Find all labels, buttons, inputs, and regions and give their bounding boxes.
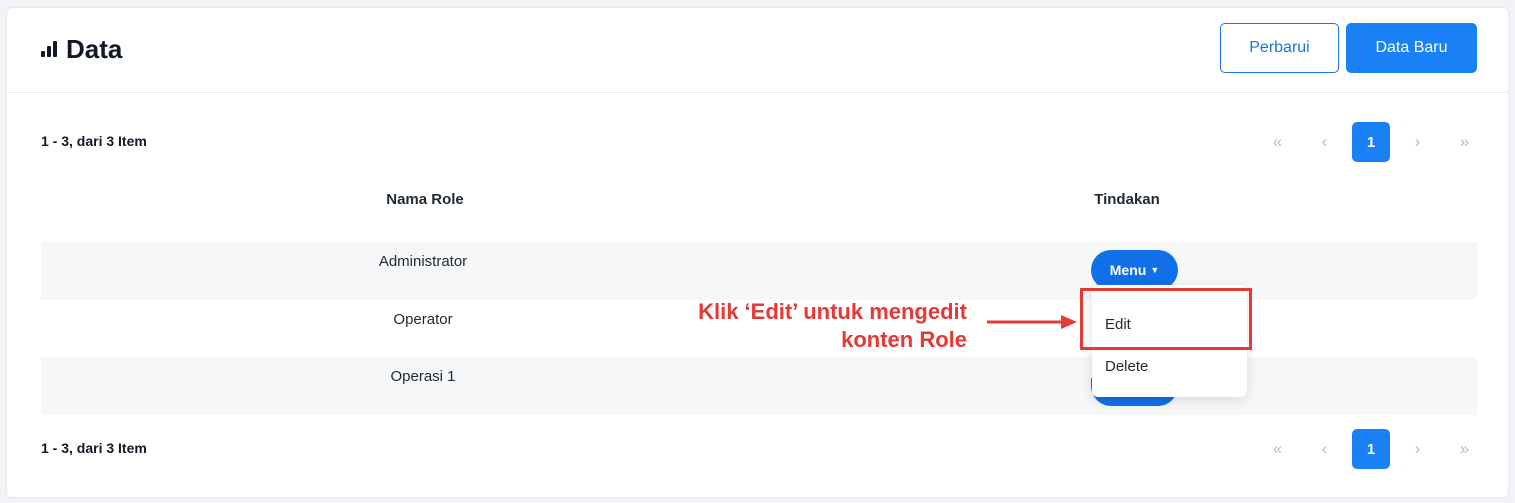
table-row: Administrator Menu ▼ bbox=[41, 242, 1477, 300]
caret-down-icon: ▼ bbox=[1150, 265, 1160, 275]
arrow-right-icon bbox=[987, 315, 1077, 329]
instruction-annotation: Klik ‘Edit’ untuk mengedit konten Role bbox=[698, 298, 967, 354]
edit-highlight-box bbox=[1080, 288, 1252, 350]
delete-menu-item[interactable]: Delete bbox=[1105, 358, 1148, 375]
role-name-cell: Administrator bbox=[378, 253, 468, 270]
bar-chart-icon bbox=[41, 41, 57, 57]
column-header-actions: Tindakan bbox=[1094, 191, 1160, 208]
prev-page-button[interactable]: ‹ bbox=[1301, 122, 1348, 162]
row-menu-button[interactable]: Menu ▼ bbox=[1091, 250, 1178, 290]
item-count-top: 1 - 3, dari 3 Item bbox=[41, 133, 147, 149]
table-row: Operasi 1 bbox=[41, 357, 1477, 415]
new-data-button[interactable]: Data Baru bbox=[1346, 23, 1477, 73]
item-count-bottom: 1 - 3, dari 3 Item bbox=[41, 440, 147, 456]
last-page-button[interactable]: » bbox=[1441, 429, 1488, 469]
last-page-button[interactable]: » bbox=[1441, 122, 1488, 162]
refresh-button[interactable]: Perbarui bbox=[1220, 23, 1339, 73]
prev-page-button[interactable]: ‹ bbox=[1301, 429, 1348, 469]
page-1-button[interactable]: 1 bbox=[1352, 429, 1390, 469]
title-wrap: Data bbox=[41, 34, 122, 64]
pagination-top: « ‹ 1 › » bbox=[1254, 122, 1488, 162]
column-header-role-name: Nama Role bbox=[386, 191, 464, 208]
pagination-bottom: « ‹ 1 › » bbox=[1254, 429, 1488, 469]
page-title: Data bbox=[66, 34, 123, 64]
role-name-cell: Operator bbox=[393, 311, 453, 328]
first-page-button[interactable]: « bbox=[1254, 122, 1301, 162]
card-header: Data Perbarui Data Baru bbox=[7, 8, 1508, 93]
next-page-button[interactable]: › bbox=[1394, 429, 1441, 469]
next-page-button[interactable]: › bbox=[1394, 122, 1441, 162]
data-card: Data Perbarui Data Baru 1 - 3, dari 3 It… bbox=[6, 7, 1509, 498]
page-1-button[interactable]: 1 bbox=[1352, 122, 1390, 162]
menu-button-label: Menu bbox=[1109, 262, 1147, 278]
annotation-line-1: Klik ‘Edit’ untuk mengedit bbox=[698, 299, 967, 324]
role-name-cell: Operasi 1 bbox=[390, 368, 456, 385]
first-page-button[interactable]: « bbox=[1254, 429, 1301, 469]
annotation-line-2: konten Role bbox=[841, 327, 967, 352]
